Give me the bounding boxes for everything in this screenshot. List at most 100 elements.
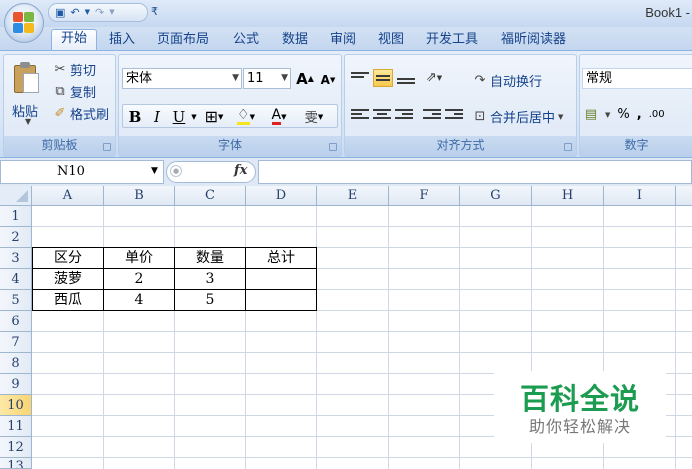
cell-c3[interactable]: 数量 bbox=[175, 248, 245, 269]
italic-button[interactable]: I bbox=[147, 106, 167, 127]
tab-foxit-reader[interactable]: 福昕阅读器 bbox=[501, 31, 566, 51]
clipboard-launcher-icon[interactable] bbox=[103, 143, 111, 151]
align-right-icon[interactable] bbox=[395, 107, 413, 123]
column-header-a[interactable]: A bbox=[32, 186, 104, 206]
border-icon[interactable]: ⊞ ▼ bbox=[201, 106, 227, 127]
tab-page-layout[interactable]: 页面布局 bbox=[157, 31, 209, 51]
row-header-11[interactable]: 11 bbox=[0, 416, 32, 437]
cell-a3[interactable]: 区分 bbox=[33, 248, 103, 269]
gridline bbox=[316, 206, 317, 469]
save-icon[interactable]: ▣ bbox=[55, 7, 65, 18]
column-header-f[interactable]: F bbox=[389, 186, 460, 206]
row-header-8[interactable]: 8 bbox=[0, 353, 32, 374]
tab-insert[interactable]: 插入 bbox=[109, 31, 135, 51]
cut-button[interactable]: ✂ 剪切 bbox=[53, 60, 96, 79]
tab-view[interactable]: 视图 bbox=[378, 31, 404, 51]
increase-indent-icon[interactable] bbox=[445, 107, 463, 123]
cell-b4[interactable]: 2 bbox=[104, 269, 174, 290]
cell-c4[interactable]: 3 bbox=[175, 269, 245, 290]
cell-b3[interactable]: 单价 bbox=[104, 248, 174, 269]
undo-dropdown-icon[interactable]: ▼ bbox=[85, 9, 90, 16]
align-center-icon[interactable] bbox=[373, 107, 391, 123]
align-left-icon[interactable] bbox=[351, 107, 369, 123]
column-header-b[interactable]: B bbox=[104, 186, 175, 206]
paste-icon[interactable] bbox=[14, 61, 42, 95]
font-color-icon[interactable]: A ▼ bbox=[264, 106, 294, 127]
cell-b5[interactable]: 4 bbox=[104, 290, 174, 311]
phonetic-guide-button[interactable]: 雯 ▼ bbox=[297, 106, 331, 127]
name-box-dropdown-icon[interactable]: ▼ bbox=[151, 166, 158, 176]
formula-input[interactable] bbox=[258, 160, 692, 184]
office-button[interactable] bbox=[4, 3, 44, 43]
redo-icon[interactable]: ↷ bbox=[95, 7, 104, 18]
decrease-indent-icon[interactable] bbox=[423, 107, 441, 123]
row-header-6[interactable]: 6 bbox=[0, 311, 32, 332]
tab-data[interactable]: 数据 bbox=[282, 31, 308, 51]
cell-d3[interactable]: 总计 bbox=[246, 248, 316, 269]
comma-button[interactable]: , bbox=[637, 107, 642, 122]
font-name-combo[interactable]: 宋体 ▼ bbox=[122, 68, 242, 89]
bold-button[interactable]: B bbox=[125, 106, 145, 127]
column-header-g[interactable]: G bbox=[460, 186, 532, 206]
row-header-3[interactable]: 3 bbox=[0, 248, 32, 269]
tab-review[interactable]: 审阅 bbox=[330, 31, 356, 51]
row-header-7[interactable]: 7 bbox=[0, 332, 32, 353]
merge-center-button[interactable]: ⊡ 合并后居中 ▼ bbox=[473, 107, 564, 126]
row-header-1[interactable]: 1 bbox=[0, 206, 32, 227]
column-header-i[interactable]: I bbox=[604, 186, 676, 206]
percent-button[interactable]: % bbox=[617, 107, 629, 122]
column-header-e[interactable]: E bbox=[317, 186, 389, 206]
row-header-12[interactable]: 12 bbox=[0, 437, 32, 458]
shrink-font-button[interactable]: A ▼ bbox=[317, 69, 339, 90]
currency-icon[interactable]: ▤ bbox=[584, 107, 598, 122]
row-header-10[interactable]: 10 bbox=[0, 395, 32, 416]
cell-d5[interactable] bbox=[246, 290, 316, 311]
column-header-d[interactable]: D bbox=[246, 186, 317, 206]
row-header-13[interactable]: 13 bbox=[0, 458, 32, 469]
format-painter-button[interactable]: ✐ 格式刷 bbox=[53, 104, 109, 123]
underline-dropdown-icon[interactable]: ▼ bbox=[189, 106, 199, 127]
expand-icon[interactable]: ● bbox=[170, 165, 182, 177]
copy-label: 复制 bbox=[70, 86, 97, 101]
font-launcher-icon[interactable] bbox=[329, 143, 337, 151]
copy-button[interactable]: ⧉ 复制 bbox=[53, 82, 96, 101]
font-size-combo[interactable]: 11 ▼ bbox=[243, 68, 291, 89]
number-format-combo[interactable]: 常规 bbox=[582, 68, 692, 89]
grow-font-button[interactable]: A ▲ bbox=[294, 68, 316, 89]
align-top-icon[interactable] bbox=[351, 70, 369, 86]
column-header-h[interactable]: H bbox=[532, 186, 604, 206]
quick-access-toolbar: ▣ ↶ ▼ ↷ ▼ bbox=[48, 3, 148, 22]
align-middle-icon[interactable] bbox=[373, 69, 393, 87]
cell-a4[interactable]: 菠萝 bbox=[33, 269, 103, 290]
row-header-2[interactable]: 2 bbox=[0, 227, 32, 248]
insert-function-button[interactable]: fx bbox=[234, 163, 247, 178]
align-bottom-icon[interactable] bbox=[397, 70, 415, 86]
wrap-text-button[interactable]: ↷ 自动换行 bbox=[473, 71, 542, 90]
name-box[interactable]: N10 bbox=[0, 160, 164, 184]
increase-decimal-button[interactable]: .00 bbox=[649, 109, 665, 120]
formula-bar: N10 ▼ ● fx bbox=[0, 158, 692, 186]
orientation-icon[interactable]: ⇗ ▼ bbox=[419, 67, 449, 88]
cell-d4[interactable] bbox=[246, 269, 316, 290]
gridline bbox=[103, 206, 104, 469]
tab-developer[interactable]: 开发工具 bbox=[426, 31, 478, 51]
shrink-font-label: A bbox=[320, 72, 330, 87]
row-header-5[interactable]: 5 bbox=[0, 290, 32, 311]
row-header-4[interactable]: 4 bbox=[0, 269, 32, 290]
cell-c5[interactable]: 5 bbox=[175, 290, 245, 311]
chevron-down-icon[interactable]: ▼ bbox=[605, 111, 610, 119]
undo-icon[interactable]: ↶ bbox=[70, 7, 79, 18]
underline-button[interactable]: U bbox=[169, 106, 189, 127]
redo-dropdown-icon[interactable]: ▼ bbox=[109, 9, 114, 16]
column-header-c[interactable]: C bbox=[175, 186, 246, 206]
paste-dropdown-icon[interactable]: ▼ bbox=[25, 117, 31, 126]
cell-a5[interactable]: 西瓜 bbox=[33, 290, 103, 311]
select-all-button[interactable] bbox=[0, 186, 32, 206]
tab-formulas[interactable]: 公式 bbox=[233, 31, 259, 51]
customize-toolbar-icon[interactable]: ₹ bbox=[151, 5, 158, 18]
alignment-launcher-icon[interactable] bbox=[564, 143, 572, 151]
tab-home[interactable]: 开始 bbox=[51, 29, 98, 52]
row-header-9[interactable]: 9 bbox=[0, 374, 32, 395]
chevron-down-icon: ▼ bbox=[281, 73, 288, 83]
fill-color-icon[interactable]: ♢ ▼ bbox=[231, 106, 261, 127]
